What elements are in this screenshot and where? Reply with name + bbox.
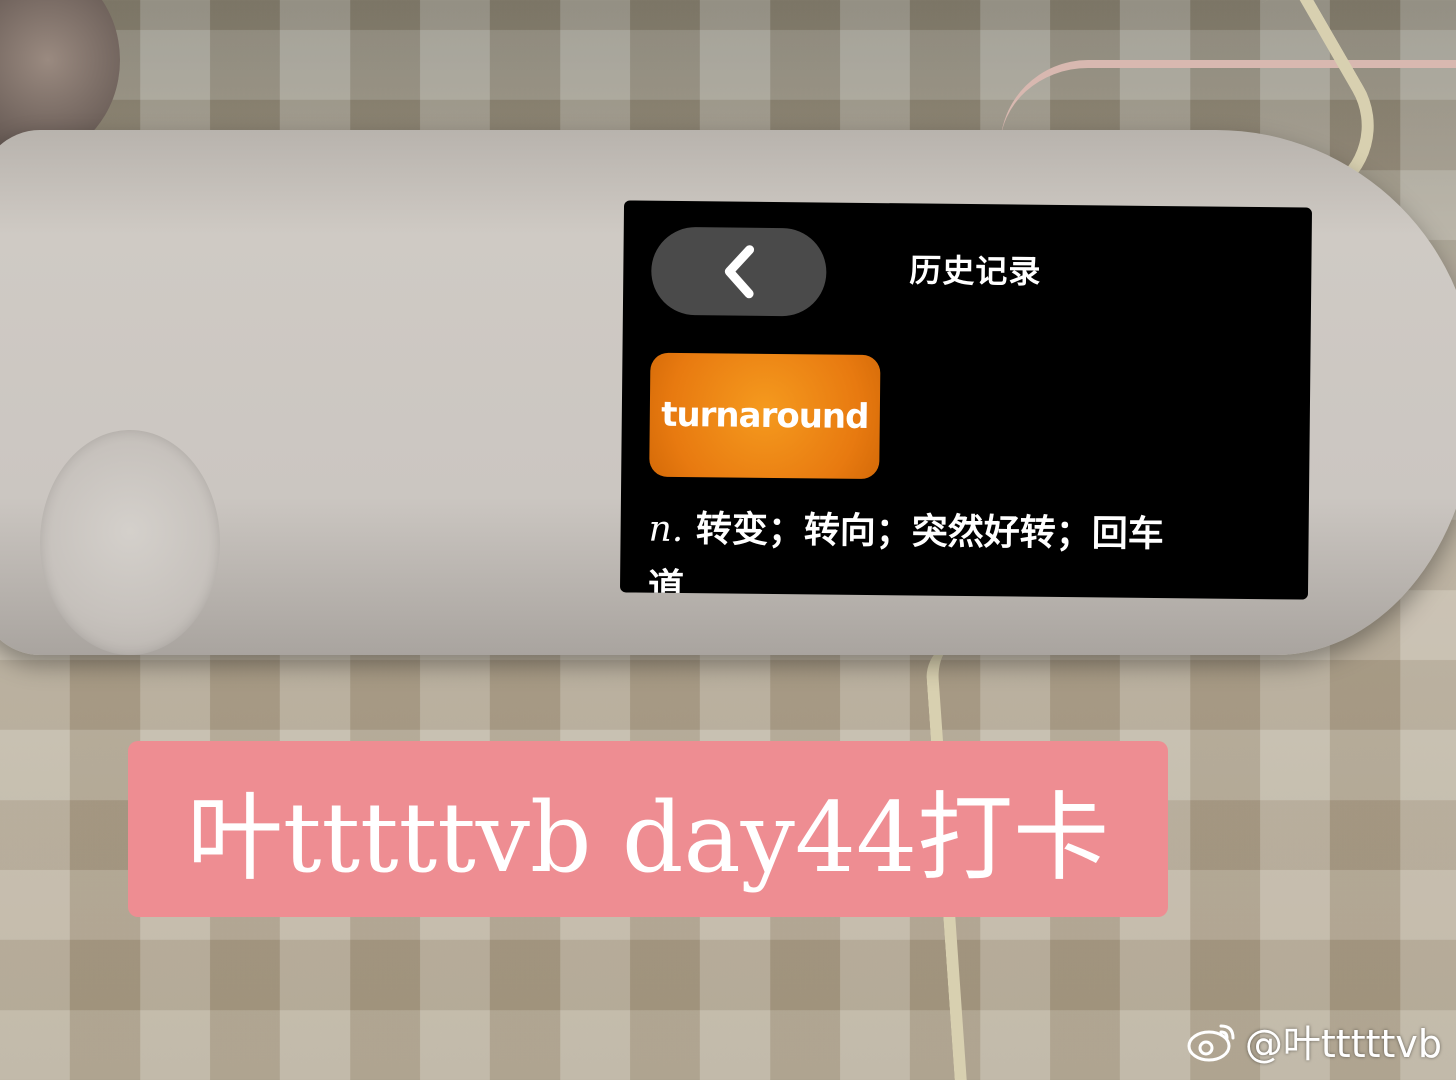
definition: n. 转变；转向；突然好转；回车 道 bbox=[648, 501, 1289, 600]
device-power-button[interactable] bbox=[40, 430, 220, 655]
definition-text: 转变；转向；突然好转；回车 bbox=[695, 509, 1165, 556]
back-button[interactable] bbox=[650, 226, 827, 317]
watermark: @叶tttttvb bbox=[1187, 1013, 1442, 1068]
word-chip[interactable]: turnaround bbox=[649, 352, 881, 480]
device-screen: 历史记录 turnaround n. 转变；转向；突然好转；回车 道 bbox=[619, 200, 1313, 600]
part-of-speech: n. bbox=[648, 508, 684, 551]
weibo-logo-icon bbox=[1187, 1024, 1235, 1061]
chevron-left-icon bbox=[724, 245, 754, 299]
caption-banner: 叶tttttvb day44打卡 bbox=[128, 741, 1168, 917]
watermark-text: @叶tttttvb bbox=[1244, 1022, 1442, 1066]
word-label: turnaround bbox=[660, 394, 869, 437]
screen-title: 历史记录 bbox=[909, 251, 1042, 291]
definition-overflow: 道 bbox=[647, 566, 685, 600]
caption-text: 叶tttttvb day44打卡 bbox=[186, 781, 1110, 894]
